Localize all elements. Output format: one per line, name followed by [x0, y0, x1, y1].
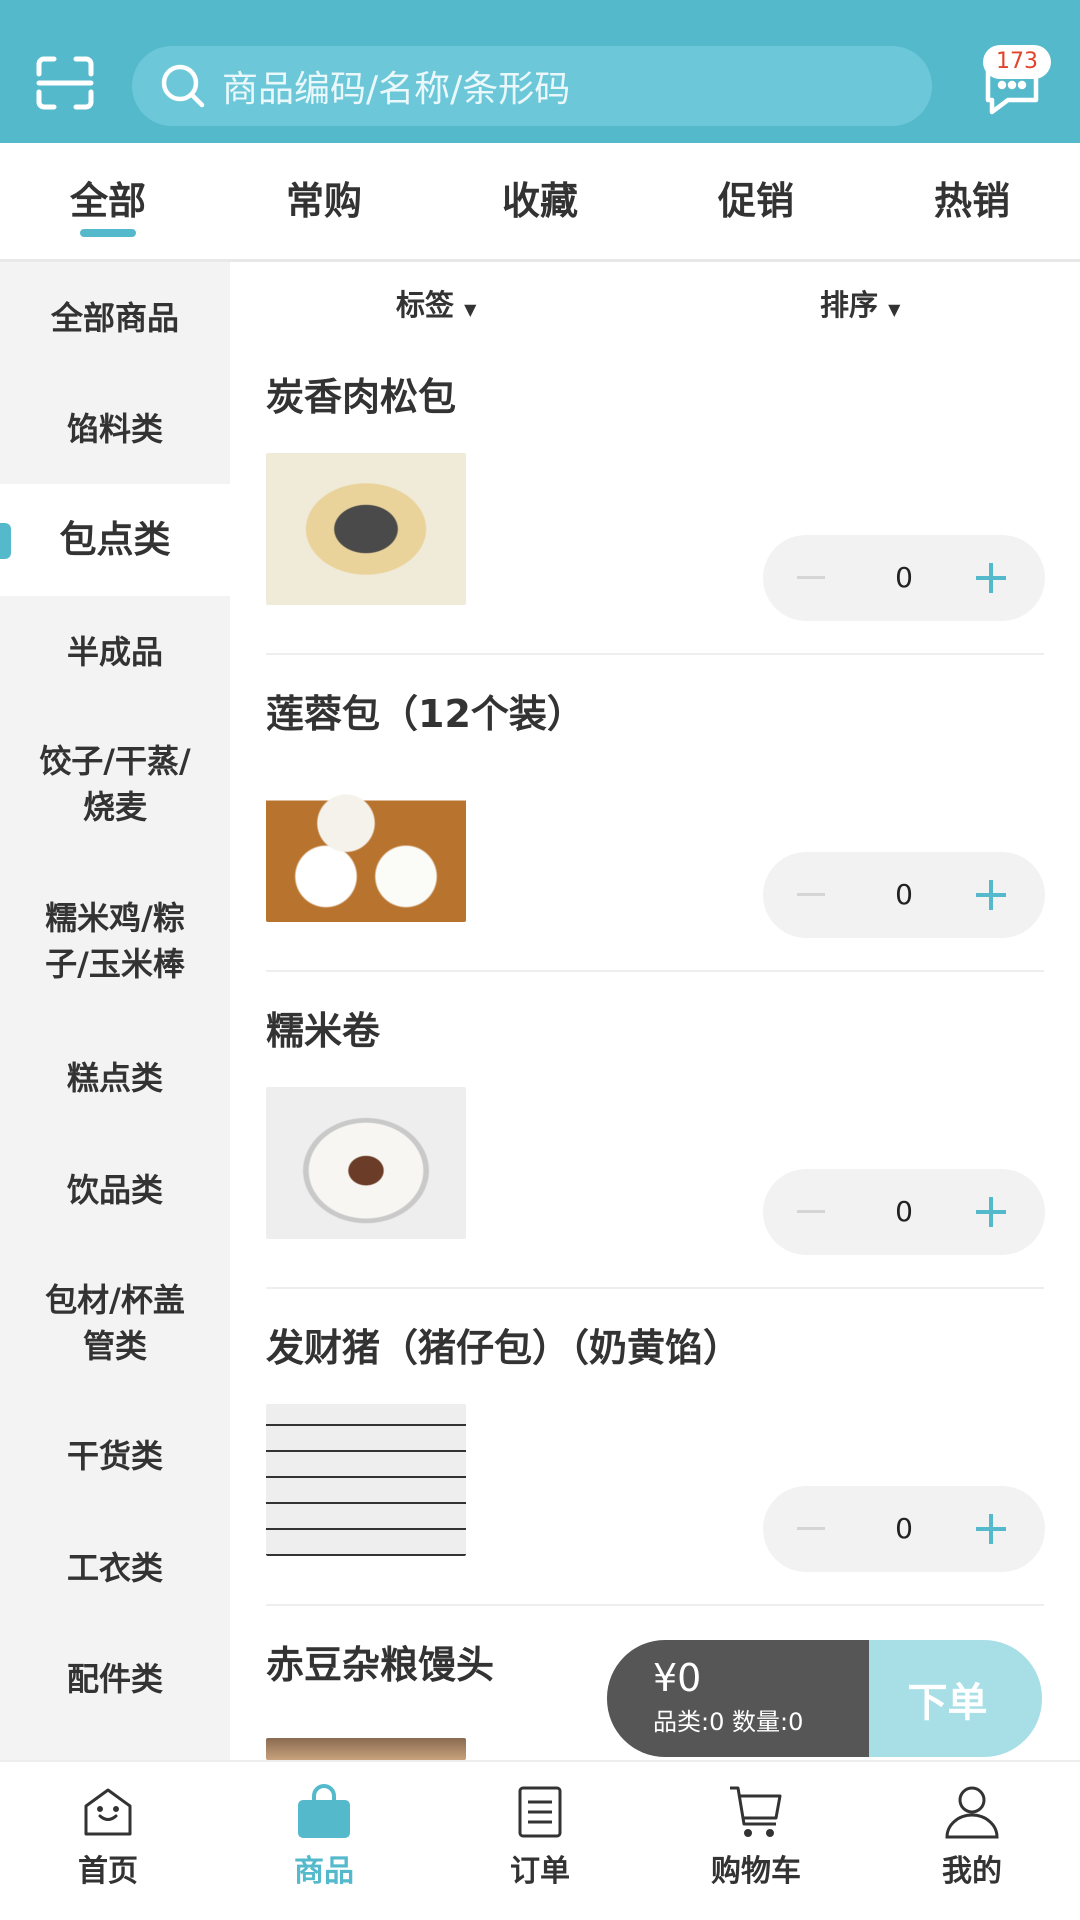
tab-all[interactable]: 全部	[0, 143, 216, 259]
product-item[interactable]: 糯米卷 0	[230, 972, 1080, 1289]
nav-orders-label: 订单	[510, 1854, 570, 1889]
sidebar-item[interactable]: 全部商品	[0, 262, 230, 373]
sidebar-item[interactable]: 工衣类	[0, 1512, 230, 1623]
plus-button[interactable]	[976, 563, 1006, 593]
sort-filter-label: 排序	[820, 288, 879, 322]
product-image[interactable]	[266, 1404, 466, 1556]
product-name: 炭香肉松包	[266, 375, 457, 419]
product-image[interactable]	[266, 453, 466, 605]
nav-products[interactable]: 商品	[216, 1762, 432, 1920]
quantity-stepper: 0	[763, 1486, 1045, 1572]
sidebar-item-label: 半成品	[66, 632, 163, 671]
product-item[interactable]: 炭香肉松包 0	[230, 338, 1080, 655]
caret-down-icon: ▼	[888, 300, 901, 319]
sidebar-item[interactable]: 半成品	[0, 596, 230, 707]
sort-filter[interactable]: 排序 ▼	[820, 282, 900, 324]
bottom-nav: 首页 商品 订单 购物车 我的	[0, 1760, 1080, 1920]
product-image[interactable]	[266, 770, 466, 922]
plus-button[interactable]	[976, 1514, 1006, 1544]
sidebar-item-label: 干货类	[66, 1437, 163, 1475]
tag-filter[interactable]: 标签 ▼	[396, 282, 476, 324]
category-tabs: 全部 常购 收藏 促销 热销	[0, 143, 1080, 262]
search-placeholder: 商品编码/名称/条形码	[222, 69, 571, 110]
nav-cart-label: 购物车	[711, 1854, 801, 1889]
sidebar-item[interactable]: 干货类	[0, 1400, 230, 1512]
sidebar-item[interactable]: 馅料类	[0, 373, 230, 484]
tab-frequent[interactable]: 常购	[216, 143, 432, 259]
active-marker	[0, 523, 11, 559]
search-icon	[161, 64, 205, 108]
sidebar-item-label: 配件类	[66, 1659, 163, 1698]
plus-button[interactable]	[976, 1197, 1006, 1227]
product-name: 赤豆杂粮馒头	[266, 1643, 495, 1687]
bag-icon	[298, 1784, 350, 1838]
quantity-stepper: 0	[763, 535, 1045, 621]
sidebar-item-label: 包材/杯盖 管类	[45, 1280, 185, 1365]
order-icon	[518, 1786, 562, 1838]
sidebar-item-label: 全部商品	[50, 298, 179, 337]
cart-icon	[730, 1786, 782, 1837]
nav-profile-label: 我的	[942, 1854, 1002, 1889]
category-sidebar: 全部商品馅料类包点类半成品饺子/干蒸/ 烧麦 糯米鸡/粽 子/玉米棒糕点类饮品类包…	[0, 262, 230, 1760]
sidebar-item-label: 包点类	[59, 518, 171, 561]
cart-counts: 品类:0 数量:0	[653, 1708, 804, 1736]
user-icon	[945, 1786, 999, 1839]
sidebar-item-label: 饮品类	[66, 1170, 163, 1209]
product-name: 发财猪（猪仔包）（奶黄馅）	[266, 1326, 742, 1370]
product-item[interactable]: 莲蓉包（12个装） 0	[230, 655, 1080, 972]
cart-bar: ¥0 品类:0 数量:0 下单	[607, 1640, 1042, 1757]
sidebar-item[interactable]: 包材/杯盖 管类	[0, 1245, 230, 1400]
search-input[interactable]: 商品编码/名称/条形码	[132, 46, 932, 126]
quantity-stepper: 0	[763, 852, 1045, 938]
tab-promotions[interactable]: 促销	[648, 143, 864, 259]
sidebar-item-label: 糯米鸡/粽 子/玉米棒	[45, 899, 185, 983]
sidebar-item[interactable]: 饺子/干蒸/ 烧麦	[0, 707, 230, 860]
product-item[interactable]: 发财猪（猪仔包）（奶黄馅） 0	[230, 1289, 1080, 1606]
sidebar-item[interactable]: 糯米鸡/粽 子/玉米棒	[0, 860, 230, 1022]
nav-orders[interactable]: 订单	[432, 1762, 648, 1920]
nav-cart[interactable]: 购物车	[648, 1762, 864, 1920]
cart-total: ¥0	[653, 1656, 702, 1700]
sidebar-item-label: 糕点类	[66, 1059, 163, 1097]
home-icon	[84, 1788, 132, 1836]
sidebar-item-label: 工衣类	[66, 1548, 163, 1587]
place-order-button[interactable]: 下单	[869, 1640, 1042, 1757]
sidebar-item[interactable]: 配件类	[0, 1623, 230, 1734]
product-name: 糯米卷	[266, 1009, 381, 1053]
nav-products-label: 商品	[294, 1854, 354, 1889]
plus-button[interactable]	[976, 880, 1006, 910]
tab-hot[interactable]: 热销	[864, 143, 1080, 259]
top-bar: 商品编码/名称/条形码 173	[0, 0, 1080, 143]
sidebar-item-label: 馅料类	[66, 409, 163, 448]
sidebar-item-label: 饺子/干蒸/ 烧麦	[39, 741, 191, 826]
caret-down-icon: ▼	[464, 300, 477, 319]
tab-favorites[interactable]: 收藏	[432, 143, 648, 259]
nav-home[interactable]: 首页	[0, 1762, 216, 1920]
nav-home-label: 首页	[78, 1854, 138, 1889]
quantity-stepper: 0	[763, 1169, 1045, 1255]
tag-filter-label: 标签	[396, 288, 455, 322]
cart-summary[interactable]: ¥0 品类:0 数量:0	[607, 1640, 869, 1757]
sidebar-item[interactable]: 饮品类	[0, 1134, 230, 1245]
sidebar-item[interactable]: 包点类	[0, 484, 230, 596]
nav-profile[interactable]: 我的	[864, 1762, 1080, 1920]
product-image[interactable]	[266, 1738, 466, 1760]
message-badge: 173	[983, 45, 1051, 79]
product-name: 莲蓉包（12个装）	[266, 692, 585, 736]
product-image[interactable]	[266, 1087, 466, 1239]
scan-icon[interactable]	[36, 56, 94, 110]
sidebar-item[interactable]: 糕点类	[0, 1022, 230, 1134]
